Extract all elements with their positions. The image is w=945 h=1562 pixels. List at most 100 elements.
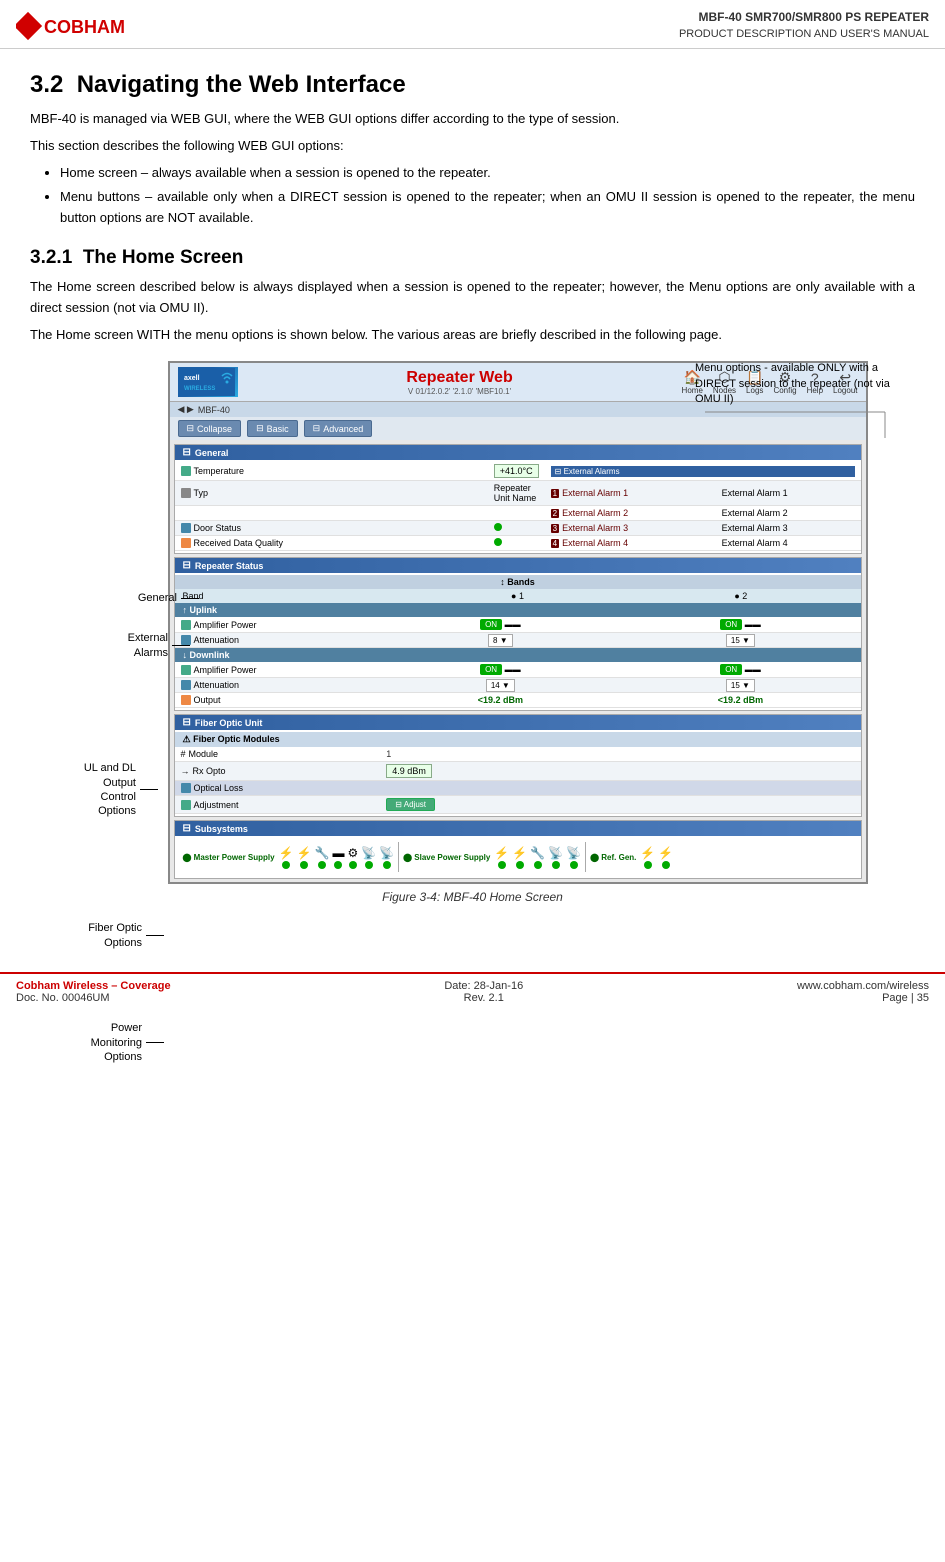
advanced-icon: ⊟ [313, 423, 321, 434]
dl-output-label: Output [181, 695, 375, 705]
slave-ps-label: ⬤ Slave Power Supply [403, 853, 490, 862]
sub-icon-14: ⚡ [658, 846, 673, 869]
dl-atten-val2[interactable]: 15 ▼ [726, 679, 755, 692]
alarm1-text: External Alarm 1 [562, 488, 628, 498]
rx-opto-value: 4.9 dBm [386, 764, 432, 778]
gui-version: V 01/12.0.2' '2.1.0' 'MBF10.1' [246, 387, 674, 396]
slave-ps-icons: ⚡ ⚡ 🔧 📡 📡 [494, 846, 581, 869]
table-row: Typ Repeater Unit Name 1 External Al [175, 481, 861, 506]
general-collapse-icon[interactable]: ⊟ [183, 447, 191, 458]
annotation-ul-dl-label: UL and DLOutputControlOptions [60, 761, 136, 818]
table-row: Attenuation 8 ▼ 15 ▼ [175, 633, 861, 648]
dl-amp-slider2[interactable]: ▬▬ [745, 665, 761, 674]
repeater-status-section: ⊟ Repeater Status ↕ Bands Band ● 1 ● 2 [174, 557, 862, 711]
sub-sym-5: ⚙ [347, 846, 358, 860]
sub-sym-11: 📡 [548, 846, 563, 860]
uplink-table: Amplifier Power ON ▬▬ ON ▬▬ [175, 617, 861, 648]
door-status-label: Door Status [181, 523, 482, 533]
typ-value: Repeater Unit Name [494, 483, 537, 503]
screenshot-frame: axell WIRELESS Repeater Web V 01/12.0.2'… [168, 361, 868, 884]
sub-icon-1: ⚡ [279, 846, 294, 869]
page-footer: Cobham Wireless – Coverage Doc. No. 0004… [0, 972, 945, 1010]
alarm4-value: External Alarm 4 [722, 538, 788, 548]
annotation-fiber-optic-label: Fiber OpticOptions [74, 921, 142, 950]
data-quality-label: Received Data Quality [181, 538, 482, 548]
annotation-general-label: General [115, 591, 177, 605]
sub-sym-2: ⚡ [297, 846, 312, 860]
header-right: MBF-40 SMR700/SMR800 PS REPEATER PRODUCT… [679, 8, 929, 43]
subsystems-content: ⬤ Master Power Supply ⚡ ⚡ 🔧 ▬ ⚙ 📡 📡 [175, 838, 861, 876]
sub-dot-1 [282, 861, 290, 869]
sub-sym-10: 🔧 [530, 846, 545, 860]
alarm2-text: External Alarm 2 [562, 508, 628, 518]
table-row: 2 External Alarm 2 External Alarm 2 [175, 506, 861, 521]
gui-title: Repeater Web [246, 369, 674, 387]
subsystems-header: ⊟ Subsystems [175, 821, 861, 836]
fiber-modules-label: ⚠ Fiber Optic Modules [183, 734, 280, 745]
annotation-general: General [115, 591, 199, 605]
sub-icon-3: 🔧 [315, 846, 330, 869]
master-ps-label: ⬤ Master Power Supply [183, 853, 275, 862]
uplink-atten-val2[interactable]: 15 ▼ [726, 634, 755, 647]
repeater-status-collapse-icon[interactable]: ⊟ [183, 560, 191, 571]
uplink-amp-slider1[interactable]: ▬▬ [505, 620, 521, 629]
downlink-table: Amplifier Power ON ▬▬ ON ▬▬ [175, 662, 861, 708]
footer-left: Cobham Wireless – Coverage Doc. No. 0004… [16, 980, 171, 1004]
dl-atten-val1[interactable]: 14 ▼ [486, 679, 515, 692]
sub-dot-10 [534, 861, 542, 869]
advanced-label: Advanced [323, 424, 363, 434]
optical-loss-label: Optical Loss [181, 783, 375, 793]
band-cols-header: Band ● 1 ● 2 [175, 589, 861, 603]
band-label: Band [183, 591, 406, 601]
sub-dot-8 [498, 861, 506, 869]
sub-sym-6: 📡 [361, 846, 376, 860]
uplink-amp-val2: ON [720, 619, 742, 630]
repeater-status-body: ↕ Bands Band ● 1 ● 2 ↑ Uplink [175, 573, 861, 710]
table-row: Amplifier Power ON ▬▬ ON ▬▬ [175, 662, 861, 678]
footer-date: Date: 28-Jan-16 [444, 980, 523, 992]
advanced-button[interactable]: ⊟ Advanced [304, 420, 373, 437]
subsection-title: 3.2.1 The Home Screen [30, 247, 915, 269]
sub-dot-14 [662, 861, 670, 869]
dl-atten-label: Attenuation [181, 680, 375, 690]
table-row: Received Data Quality 4 External Alarm 4 [175, 536, 861, 551]
bullet-item-1: Home screen – always available when a se… [60, 163, 915, 184]
adjustment-icon [181, 800, 191, 810]
annotation-ul-dl: UL and DLOutputControlOptions [60, 761, 158, 818]
fiber-optic-collapse-icon[interactable]: ⊟ [183, 717, 191, 728]
table-row: Optical Loss [175, 781, 861, 796]
uplink-atten-val1[interactable]: 8 ▼ [488, 634, 513, 647]
footer-rev: Rev. 2.1 [444, 992, 523, 1004]
ref-gen-label: ⬤ Ref. Gen. [590, 853, 636, 862]
general-section: ⊟ General Temperature [174, 444, 862, 554]
adjust-button[interactable]: ⊟ Adjust [386, 798, 435, 811]
subsystems-title: Subsystems [195, 824, 248, 834]
page-header: COBHAM MBF-40 SMR700/SMR800 PS REPEATER … [0, 0, 945, 49]
sub-sym-12: 📡 [566, 846, 581, 860]
footer-center: Date: 28-Jan-16 Rev. 2.1 [444, 980, 523, 1004]
main-content: 3.2 Navigating the Web Interface MBF-40 … [0, 49, 945, 932]
subsystems-body: ⬤ Master Power Supply ⚡ ⚡ 🔧 ▬ ⚙ 📡 📡 [175, 836, 861, 878]
basic-icon: ⊟ [256, 423, 264, 434]
basic-button[interactable]: ⊟ Basic [247, 420, 298, 437]
table-row: Temperature +41.0°C ⊟ External Alarms [175, 462, 861, 481]
footer-website: www.cobham.com/wireless [797, 980, 929, 992]
sub-sym-1: ⚡ [279, 846, 294, 860]
callout-box: Menu options - available ONLY with a DIR… [695, 361, 905, 439]
subsystems-collapse-icon[interactable]: ⊟ [183, 823, 191, 834]
alarm4-text: External Alarm 4 [562, 538, 628, 548]
uplink-amp-icon [181, 620, 191, 630]
master-ps-icons: ⚡ ⚡ 🔧 ▬ ⚙ 📡 📡 [279, 846, 395, 869]
intro-para2: This section describes the following WEB… [30, 136, 915, 157]
sub-dot-9 [516, 861, 524, 869]
gui-title-bar: Repeater Web V 01/12.0.2' '2.1.0' 'MBF10… [246, 369, 674, 396]
sub-icon-11: 📡 [548, 846, 563, 869]
collapse-button[interactable]: ⊟ Collapse [178, 420, 242, 437]
dl-amp-val1: ON [480, 664, 502, 675]
temperature-label: Temperature [181, 466, 482, 476]
uplink-amp-slider2[interactable]: ▬▬ [745, 620, 761, 629]
general-table: Temperature +41.0°C ⊟ External Alarms [175, 462, 861, 551]
sub-dot-4 [334, 861, 342, 869]
dl-amp-slider1[interactable]: ▬▬ [505, 665, 521, 674]
footer-page: Page | 35 [797, 992, 929, 1004]
